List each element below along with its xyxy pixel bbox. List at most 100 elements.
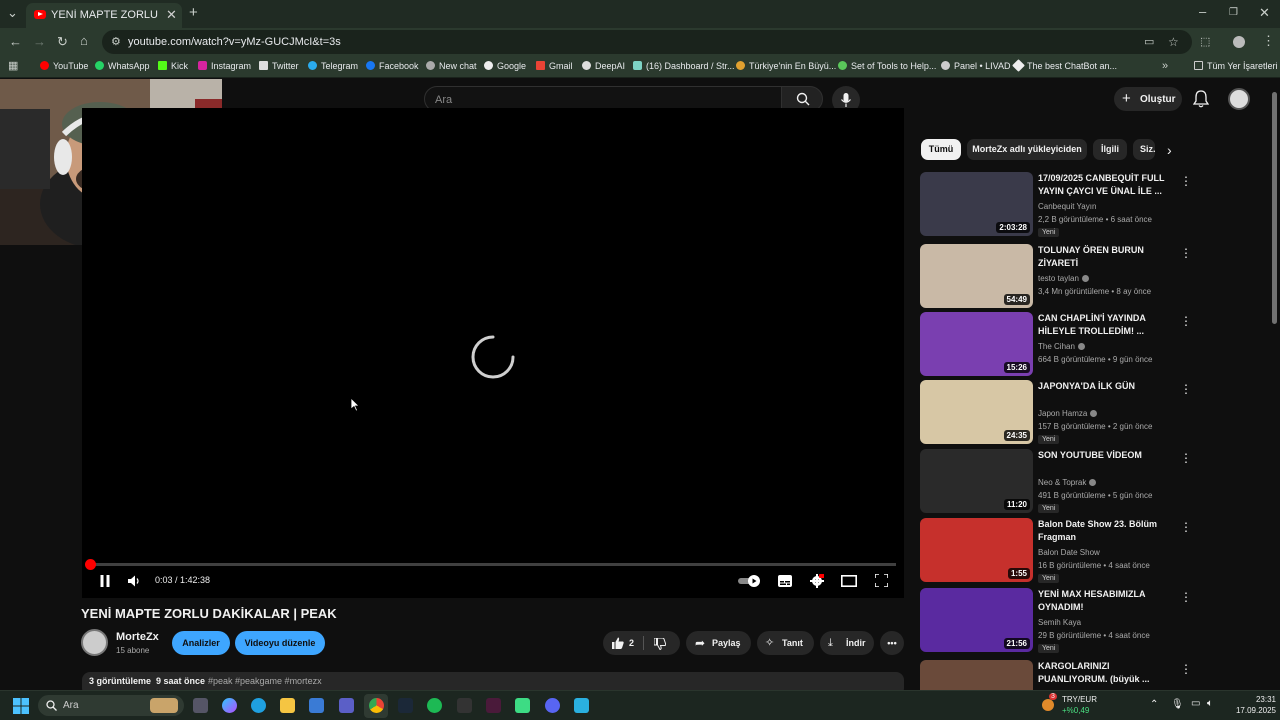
video-thumbnail[interactable]: 21:56 xyxy=(920,588,1033,652)
profile-icon[interactable] xyxy=(1233,36,1245,48)
bookmark-google[interactable]: Google xyxy=(484,61,526,71)
bookmark-youtube[interactable]: YouTube xyxy=(40,61,88,71)
theater-mode-icon[interactable] xyxy=(841,575,857,587)
progress-bar[interactable] xyxy=(90,563,896,566)
minimize-icon[interactable]: – xyxy=(1199,5,1206,19)
edge-icon[interactable] xyxy=(251,698,266,713)
recommended-video[interactable]: 21:56 YENİ MAX HESABIMIZLA OYNADIM! Semih … xyxy=(920,588,1270,653)
store-icon[interactable] xyxy=(309,698,324,713)
notepad-icon[interactable] xyxy=(574,698,589,713)
create-button[interactable]: + Oluştur xyxy=(1114,87,1182,111)
channel-name[interactable]: MorteZx xyxy=(116,631,159,643)
edit-video-button[interactable]: Videoyu düzenle xyxy=(235,631,325,655)
chip-all[interactable]: Tümü xyxy=(921,139,961,160)
bookmark-deepai[interactable]: DeepAI xyxy=(582,61,625,71)
discord-icon[interactable] xyxy=(545,698,560,713)
download-button[interactable]: ⤓ İndir xyxy=(820,631,874,655)
channel-avatar[interactable] xyxy=(81,629,108,656)
bookmark-instagram[interactable]: Instagram xyxy=(198,61,251,71)
bookmark-chatbot[interactable]: The best ChatBot an... xyxy=(1012,59,1117,72)
recommended-video[interactable]: KARGOLARINIZI PUANLIYORUM. (büyük ... ⋮ xyxy=(920,660,1270,690)
bookmark-dashboard[interactable]: (16) Dashboard / Str... xyxy=(633,61,735,71)
volume-icon[interactable] xyxy=(128,575,140,587)
recommended-title[interactable]: SON YOUTUBE VİDEOM xyxy=(1038,449,1166,462)
video-thumbnail[interactable]: 24:35 xyxy=(920,380,1033,444)
recommended-channel[interactable]: Semih Kaya xyxy=(1038,618,1081,627)
menu-dots-icon[interactable]: ⋮ xyxy=(1262,34,1275,48)
more-vertical-icon[interactable]: ⋮ xyxy=(1180,174,1192,188)
recommended-video[interactable]: 2:03:28 17/09/2025 CANBEQUİT FULL YAYIN Ç… xyxy=(920,172,1270,237)
forward-icon[interactable]: → xyxy=(33,35,46,49)
progress-scrubber[interactable] xyxy=(85,559,96,570)
video-thumbnail[interactable]: 54:49 xyxy=(920,244,1033,308)
recommended-channel[interactable]: Japon Hamza xyxy=(1038,409,1098,418)
task-view-icon[interactable] xyxy=(193,698,208,713)
cast-icon[interactable]: ▭ xyxy=(1144,35,1154,49)
bookmark-turkiye[interactable]: Türkiye'nin En Büyü... xyxy=(736,61,836,71)
recommended-channel[interactable]: testo taylan xyxy=(1038,274,1089,283)
recommended-video[interactable]: 54:49 TOLUNAY ÖREN BURUN ZİYARETİ testo ta… xyxy=(920,244,1270,308)
bookmark-whatsapp[interactable]: WhatsApp xyxy=(95,61,150,71)
more-vertical-icon[interactable]: ⋮ xyxy=(1180,314,1192,328)
more-vertical-icon[interactable]: ⋮ xyxy=(1180,590,1192,604)
site-info-icon[interactable]: ⚙ xyxy=(111,35,121,48)
fullscreen-icon[interactable] xyxy=(875,574,888,587)
spotify-icon[interactable] xyxy=(427,698,442,713)
recommended-video[interactable]: 24:35 JAPONYA'DA İLK GÜN Japon Hamza 157 B … xyxy=(920,380,1270,444)
video-thumbnail[interactable]: 1:55 xyxy=(920,518,1033,582)
epic-games-icon[interactable] xyxy=(457,698,472,713)
copilot-icon[interactable] xyxy=(222,698,237,713)
bookmark-kick[interactable]: Kick xyxy=(158,61,188,71)
bookmark-gmail[interactable]: Gmail xyxy=(536,61,573,71)
video-player[interactable]: 0:03 / 1:42:38 xyxy=(82,108,904,598)
analytics-button[interactable]: Analizler xyxy=(172,631,230,655)
video-thumbnail[interactable]: 2:03:28 xyxy=(920,172,1033,236)
recommended-channel[interactable]: Balon Date Show xyxy=(1038,548,1100,557)
notifications-bell-icon[interactable] xyxy=(1193,90,1209,108)
chip-related[interactable]: İlgili xyxy=(1093,139,1127,160)
bookmark-new-chat[interactable]: New chat xyxy=(426,61,477,71)
steam-icon[interactable] xyxy=(398,698,413,713)
video-thumbnail[interactable]: 11:20 xyxy=(920,449,1033,513)
chip-from-uploader[interactable]: MorteZx adlı yükleyiciden xyxy=(967,139,1087,160)
recommended-channel[interactable]: The Cihan xyxy=(1038,342,1085,351)
network-icon[interactable]: ▭ xyxy=(1191,698,1200,709)
recommended-title[interactable]: Balon Date Show 23. Bölüm Fragman xyxy=(1038,518,1166,544)
tab-close-icon[interactable]: ✕ xyxy=(166,7,177,23)
chrome-icon[interactable] xyxy=(369,698,384,713)
more-vertical-icon[interactable]: ⋮ xyxy=(1180,662,1192,676)
android-app-icon[interactable] xyxy=(515,698,530,713)
subtitles-icon[interactable] xyxy=(778,575,792,587)
reload-icon[interactable]: ↻ xyxy=(57,35,68,49)
bookmark-telegram[interactable]: Telegram xyxy=(308,61,358,71)
chip-for-you[interactable]: Siz... xyxy=(1133,139,1155,160)
recommended-channel[interactable]: Neo & Toprak xyxy=(1038,478,1097,487)
bookmark-tools[interactable]: Set of Tools to Help... xyxy=(838,61,936,71)
page-scrollbar[interactable] xyxy=(1272,92,1277,324)
restore-icon[interactable]: ❐ xyxy=(1229,6,1238,20)
back-icon[interactable]: ← xyxy=(9,35,22,49)
description-box[interactable]: 3 görüntüleme 9 saat önce #peak #peakgam… xyxy=(82,672,904,690)
extensions-icon[interactable]: ⬚ xyxy=(1200,35,1210,49)
settings-gear-icon[interactable] xyxy=(810,574,824,588)
autoplay-toggle-icon[interactable] xyxy=(738,575,762,587)
bookmark-twitter[interactable]: Twitter xyxy=(259,61,299,71)
apps-grid-icon[interactable]: ▦ xyxy=(8,59,18,73)
speaker-icon[interactable]: 🔈︎ xyxy=(1207,698,1213,709)
more-vertical-icon[interactable]: ⋮ xyxy=(1180,451,1192,465)
more-vertical-icon[interactable]: ⋮ xyxy=(1180,382,1192,396)
recommended-video[interactable]: 1:55 Balon Date Show 23. Bölüm Fragman Bal… xyxy=(920,518,1270,583)
windows-start-icon[interactable] xyxy=(13,698,29,714)
like-icon[interactable] xyxy=(612,637,624,649)
all-bookmarks-folder[interactable]: Tüm Yer İşaretleri xyxy=(1194,61,1278,71)
app-icon[interactable] xyxy=(486,698,501,713)
recommended-video[interactable]: 11:20 SON YOUTUBE VİDEOM Neo & Toprak 491 B… xyxy=(920,449,1270,513)
tray-chevron-icon[interactable]: ⌃ xyxy=(1150,699,1158,710)
recommended-title[interactable]: KARGOLARINIZI PUANLIYORUM. (büyük ... xyxy=(1038,660,1166,686)
share-button[interactable]: ➦ Paylaş xyxy=(686,631,751,655)
taskbar-clock[interactable]: 23:31 17.09.2025 xyxy=(1226,694,1276,716)
bookmark-panel[interactable]: Panel • LIVAD xyxy=(941,61,1011,71)
dislike-icon[interactable] xyxy=(654,638,666,650)
recommended-title[interactable]: TOLUNAY ÖREN BURUN ZİYARETİ xyxy=(1038,244,1166,270)
chips-next-icon[interactable]: › xyxy=(1167,142,1172,158)
